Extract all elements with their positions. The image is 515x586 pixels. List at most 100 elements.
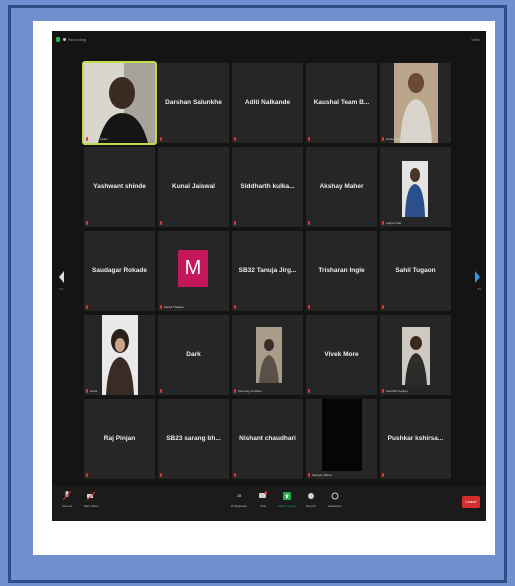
mic-muted-icon	[234, 137, 236, 141]
participant-video	[84, 63, 155, 143]
mic-muted-icon	[86, 305, 88, 309]
participant-caption: Sudhir Yadav	[90, 137, 108, 141]
participant-tile[interactable]: Neha	[84, 315, 155, 395]
participant-name: Sahil Tugaon	[395, 267, 436, 274]
participant-video	[402, 327, 430, 385]
mic-muted-icon	[308, 473, 310, 477]
participant-video	[322, 399, 362, 471]
mic-muted-icon	[234, 221, 236, 225]
participant-tile[interactable]: Darshan Salunkhe	[158, 63, 229, 143]
chat-icon	[259, 491, 267, 498]
participant-name: Saudagar Rokade	[92, 267, 147, 274]
mic-muted-icon	[160, 137, 162, 141]
smiley-icon	[331, 492, 339, 500]
participant-name: Trisharan Ingle	[318, 267, 365, 274]
recording-icon	[63, 38, 66, 41]
mic-muted-icon	[234, 305, 236, 309]
participant-tile[interactable]: Aditya Patil	[380, 147, 451, 227]
view-button[interactable]: View	[471, 37, 480, 42]
zoom-meeting-window: Recording View 1/3 3/3 Sudhir Yadav Dars…	[52, 31, 486, 521]
mic-muted-icon	[160, 473, 162, 477]
leave-button[interactable]: Leave	[462, 496, 480, 508]
meeting-toolbar: Unmute Start Video 28 Participants Chat …	[52, 486, 486, 521]
security-shield-icon[interactable]	[56, 37, 60, 42]
participant-tile[interactable]: SB32 Tanuja Jirg...	[232, 231, 303, 311]
mic-muted-icon	[234, 473, 236, 477]
participant-tile[interactable]: Pushkar kshirsa...	[380, 399, 451, 479]
participant-caption: Saurabh Kapure	[386, 389, 408, 393]
participant-video	[394, 63, 438, 143]
participant-caption: Aditya Patil	[386, 221, 402, 225]
participant-name: Aditi Nalkande	[244, 99, 291, 106]
participant-name: Dark	[186, 351, 201, 358]
mic-muted-icon	[308, 221, 310, 225]
mic-off-icon	[63, 491, 71, 501]
participant-name: Siddharth kulka...	[240, 183, 295, 190]
mic-muted-icon	[160, 389, 162, 393]
start-video-button[interactable]: Start Video	[76, 491, 106, 508]
participant-tile[interactable]: Kaushal Team B...	[306, 63, 377, 143]
participant-tile[interactable]: Nishant chaudhari	[232, 399, 303, 479]
participant-tile[interactable]: Kunal Jaiswal	[158, 147, 229, 227]
participant-name: Kunal Jaiswal	[172, 183, 215, 190]
record-icon	[308, 493, 314, 499]
page-indicator-left: 1/3	[59, 287, 64, 291]
mic-muted-icon	[382, 137, 384, 141]
participant-tile[interactable]: M Mehul Thakare	[158, 231, 229, 311]
participant-tile[interactable]: Sudhir Yadav	[82, 61, 157, 145]
participant-name: Nishant chaudhari	[239, 435, 296, 442]
participant-name: Yashwant shinde	[93, 183, 146, 190]
participant-tile[interactable]: Sanyam Bafna	[306, 399, 377, 479]
mic-muted-icon	[160, 305, 162, 309]
video-off-icon	[87, 491, 95, 501]
participant-tile[interactable]: Sahil Tugaon	[380, 231, 451, 311]
participant-video	[256, 327, 282, 383]
participant-caption: Sarvang sonwane	[238, 389, 263, 393]
previous-page-arrow-icon[interactable]	[59, 271, 64, 283]
participant-tile[interactable]: Akshay Maher	[306, 147, 377, 227]
participant-name: Raj Pinjan	[103, 435, 136, 442]
participant-tile[interactable]: Raj Pinjan	[84, 399, 155, 479]
participant-caption: Mehul Thakare	[164, 305, 184, 309]
participant-tile[interactable]: Dark	[158, 315, 229, 395]
participant-name: SB32 Tanuja Jirg...	[238, 267, 297, 274]
mic-muted-icon	[308, 389, 310, 393]
participant-name: Vivek More	[324, 351, 359, 358]
participant-tile[interactable]: Omkar Kalane	[380, 63, 451, 143]
meeting-topbar: Recording View	[52, 31, 486, 49]
mic-muted-icon	[160, 221, 162, 225]
recording-label: Recording	[68, 37, 87, 42]
participant-tile[interactable]: Vivek More	[306, 315, 377, 395]
participant-name: SB23 sarang bh...	[166, 435, 221, 442]
mic-muted-icon	[234, 389, 236, 393]
mic-muted-icon	[86, 389, 88, 393]
mic-muted-icon	[86, 137, 88, 141]
mic-muted-icon	[308, 305, 310, 309]
participant-caption: Sanyam Bafna	[312, 473, 332, 477]
participant-tile[interactable]: Aditi Nalkande	[232, 63, 303, 143]
mic-muted-icon	[382, 221, 384, 225]
participant-name: Pushkar kshirsa...	[387, 435, 444, 442]
participant-name: Kaushal Team B...	[313, 99, 370, 106]
mic-muted-icon	[86, 473, 88, 477]
participant-tile[interactable]: Saudagar Rokade	[84, 231, 155, 311]
participant-caption: Omkar Kalane	[386, 137, 406, 141]
share-screen-icon	[283, 492, 291, 500]
participant-caption: Neha	[90, 389, 98, 393]
mic-muted-icon	[86, 221, 88, 225]
participant-name: Akshay Maher	[319, 183, 364, 190]
participant-avatar: M	[178, 250, 208, 287]
mic-muted-icon	[382, 389, 384, 393]
participant-tile[interactable]: SB23 sarang bh...	[158, 399, 229, 479]
participant-tile[interactable]: Yashwant shinde	[84, 147, 155, 227]
reactions-button[interactable]: Reactions	[320, 491, 350, 508]
participant-tile[interactable]: Siddharth kulka...	[232, 147, 303, 227]
participant-video	[402, 161, 428, 217]
next-page-arrow-icon[interactable]	[475, 271, 480, 283]
participant-name: Darshan Salunkhe	[165, 99, 222, 106]
participant-video	[102, 315, 138, 395]
participant-tile[interactable]: Trisharan Ingle	[306, 231, 377, 311]
participant-tile[interactable]: Saurabh Kapure	[380, 315, 451, 395]
mic-muted-icon	[308, 137, 310, 141]
participant-tile[interactable]: Sarvang sonwane	[232, 315, 303, 395]
